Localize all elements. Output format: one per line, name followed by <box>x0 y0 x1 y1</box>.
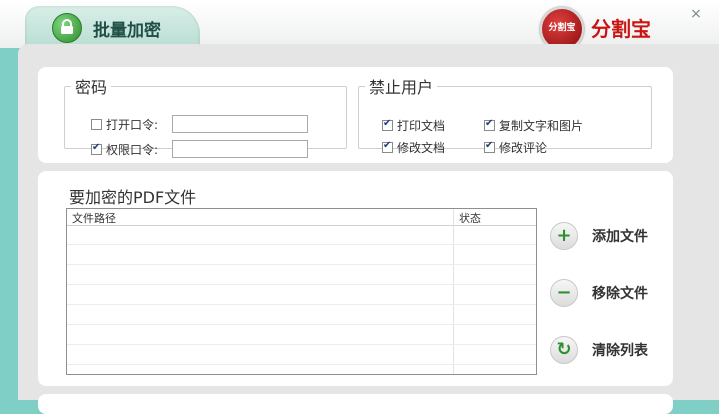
grid-line <box>67 284 536 285</box>
permission-password-checkbox[interactable] <box>91 142 102 155</box>
forbid-modify-row: 修改文档 <box>382 139 445 156</box>
table-header: 文件路径 状态 <box>67 209 536 226</box>
remove-file-label: 移除文件 <box>592 286 648 302</box>
plus-icon: + <box>550 222 578 250</box>
remove-file-button[interactable]: − 移除文件 <box>550 279 648 307</box>
forbid-print-label: 打印文档 <box>397 119 446 133</box>
grid-line <box>67 364 536 365</box>
permission-password-input[interactable] <box>172 140 308 158</box>
files-section-title: 要加密的PDF文件 <box>69 188 197 207</box>
logo-badge-text: 分割宝 <box>548 23 576 33</box>
permission-password-label: 权限口令: <box>106 143 159 157</box>
options-panel: 密码 打开口令: 权限口令: 禁止用户 打印文档 复制文字和图片 修改文档 修改… <box>38 67 673 163</box>
forbid-copy-label: 复制文字和图片 <box>499 119 584 133</box>
close-button[interactable]: × <box>688 6 704 22</box>
bottom-panel <box>38 394 673 414</box>
minus-icon: − <box>550 279 578 307</box>
open-password-input[interactable] <box>172 115 308 133</box>
files-panel: 要加密的PDF文件 文件路径 状态 + 添加文件 − 移除文件 ↻ 清除列表 <box>38 171 673 386</box>
clear-list-label: 清除列表 <box>592 343 648 359</box>
grid-line <box>67 244 536 245</box>
forbid-modify-checkbox[interactable] <box>382 140 393 153</box>
forbid-copy-row: 复制文字和图片 <box>484 117 583 134</box>
grid-line <box>67 304 536 305</box>
forbid-copy-checkbox[interactable] <box>484 118 495 131</box>
app-title: 批量加密 <box>93 21 161 41</box>
column-header-path[interactable]: 文件路径 <box>72 210 116 226</box>
grid-line <box>67 344 536 345</box>
grid-line <box>67 264 536 265</box>
lock-icon <box>52 13 82 43</box>
clear-list-button[interactable]: ↻ 清除列表 <box>550 336 648 364</box>
column-divider <box>453 209 454 374</box>
open-password-row: 打开口令: <box>91 116 158 133</box>
forbid-comment-checkbox[interactable] <box>484 140 495 153</box>
logo-text: 分割宝 <box>591 17 651 41</box>
column-header-status[interactable]: 状态 <box>459 210 481 226</box>
forbid-print-row: 打印文档 <box>382 117 445 134</box>
add-file-label: 添加文件 <box>592 229 648 245</box>
forbid-modify-label: 修改文档 <box>397 141 446 155</box>
grid-line <box>67 324 536 325</box>
refresh-icon: ↻ <box>550 336 578 364</box>
forbid-print-checkbox[interactable] <box>382 118 393 131</box>
file-table[interactable]: 文件路径 状态 <box>66 208 537 375</box>
forbid-comment-label: 修改评论 <box>499 141 548 155</box>
password-legend: 密码 <box>75 78 108 97</box>
permission-password-row: 权限口令: <box>91 141 158 158</box>
forbid-legend: 禁止用户 <box>369 78 434 97</box>
open-password-label: 打开口令: <box>106 118 159 132</box>
forbid-group: 禁止用户 打印文档 复制文字和图片 修改文档 修改评论 <box>358 74 652 155</box>
forbid-comment-row: 修改评论 <box>484 139 547 156</box>
password-group: 密码 打开口令: 权限口令: <box>64 74 347 158</box>
add-file-button[interactable]: + 添加文件 <box>550 222 648 250</box>
open-password-checkbox[interactable] <box>91 119 102 130</box>
